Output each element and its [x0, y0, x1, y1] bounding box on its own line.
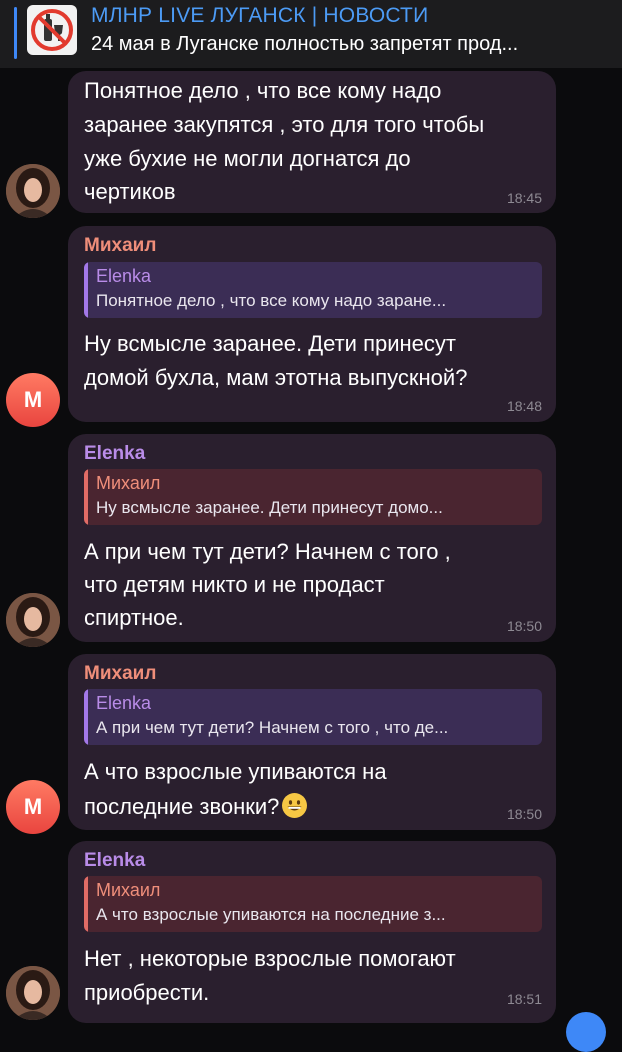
message-time: 18:50 [506, 618, 542, 634]
scroll-to-bottom-button[interactable] [566, 1012, 606, 1052]
pinned-message-bar[interactable]: МЛНР LIVE ЛУГАНСК | НОВОСТИ 24 мая в Луг… [0, 0, 622, 68]
pinned-channel-title: МЛНР LIVE ЛУГАНСК | НОВОСТИ [91, 4, 429, 27]
avatar-mikhail[interactable]: М [6, 373, 60, 427]
user-photo-icon [6, 593, 60, 647]
avatar-elenka[interactable] [6, 966, 60, 1020]
no-alcohol-icon [31, 9, 73, 51]
reply-author: Михаил [96, 880, 161, 900]
reply-author: Elenka [96, 266, 152, 286]
pinned-preview-text: 24 мая в Луганске полностью запретят про… [91, 33, 519, 55]
pinned-thumbnail [27, 5, 77, 55]
message-bubble[interactable]: Elenka Михаил А что взрослые упиваются н… [68, 841, 556, 1023]
avatar-mikhail[interactable]: М [6, 780, 60, 834]
reply-author: Elenka [96, 693, 152, 713]
grinning-face-emoji [282, 793, 308, 818]
message-bubble[interactable]: Михаил Elenka Понятное дело , что все ко… [68, 226, 556, 422]
message-line: А при чем тут дети? Начнем с того , [84, 539, 451, 564]
pinned-indicator [14, 7, 17, 59]
message-time: 18:45 [506, 190, 542, 206]
message-line: спиртное. [84, 605, 184, 630]
reply-quote[interactable]: Михаил А что взрослые упиваются на после… [84, 876, 542, 932]
avatar-elenka[interactable] [6, 593, 60, 647]
message-line: Понятное дело , что все кому надо [84, 78, 442, 103]
message-line: заранее закупятся , это для того чтобы [84, 112, 485, 137]
reply-author: Михаил [96, 473, 161, 493]
message-time: 18:50 [506, 806, 542, 822]
reply-text: Ну всмысле заранее. Дети принесут домо..… [96, 498, 443, 517]
message-line: Нет , некоторые взрослые помогают [84, 946, 456, 971]
message-time: 18:48 [506, 398, 542, 414]
message-line: Ну всмысле заранее. Дети принесут [84, 331, 456, 356]
reply-text: А при чем тут дети? Начнем с того , что … [96, 718, 449, 737]
reply-quote[interactable]: Elenka А при чем тут дети? Начнем с того… [84, 689, 542, 745]
message-line: домой бухла, мам этотна выпускной? [84, 365, 468, 390]
reply-quote[interactable]: Elenka Понятное дело , что все кому надо… [84, 262, 542, 318]
sender-name: Elenka [84, 850, 146, 871]
reply-text: А что взрослые упиваются на последние з.… [96, 905, 446, 924]
message-bubble[interactable]: Понятное дело , что все кому надо заране… [68, 71, 556, 213]
reply-bar [84, 876, 88, 932]
message-line-text: последние звонки? [84, 794, 280, 819]
message-line: что детям никто и не продаст [84, 572, 385, 597]
reply-bar [84, 689, 88, 745]
reply-quote[interactable]: Михаил Ну всмысле заранее. Дети принесут… [84, 469, 542, 525]
sender-name: Elenka [84, 443, 146, 464]
message-time: 18:51 [506, 991, 542, 1007]
reply-text: Понятное дело , что все кому надо заране… [96, 291, 447, 310]
message-bubble[interactable]: Михаил Elenka А при чем тут дети? Начнем… [68, 654, 556, 830]
message-line: А что взрослые упиваются на [84, 759, 387, 784]
avatar-elenka[interactable] [6, 164, 60, 218]
sender-name: Михаил [84, 663, 157, 684]
message-bubble[interactable]: Elenka Михаил Ну всмысле заранее. Дети п… [68, 434, 556, 642]
message-line: уже бухие не могли догнатся до [84, 146, 411, 171]
reply-bar [84, 262, 88, 318]
reply-bar [84, 469, 88, 525]
message-line: последние звонки? [84, 793, 308, 820]
user-photo-icon [6, 966, 60, 1020]
user-photo-icon [6, 164, 60, 218]
message-line: приобрести. [84, 980, 210, 1005]
message-line: чертиков [84, 179, 176, 204]
sender-name: Михаил [84, 235, 157, 256]
